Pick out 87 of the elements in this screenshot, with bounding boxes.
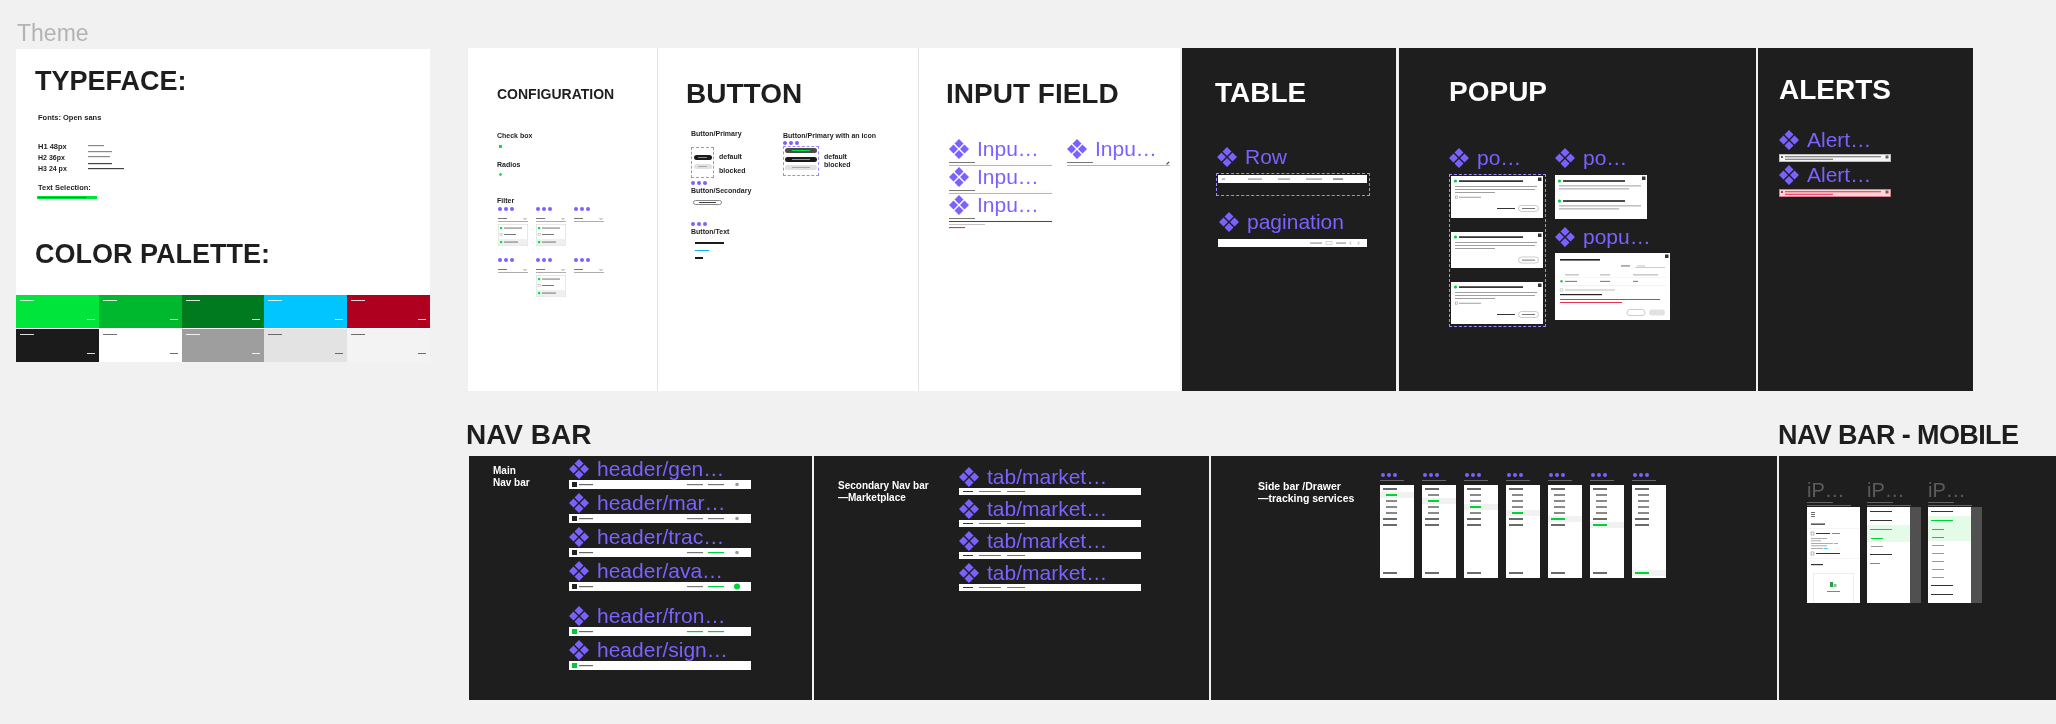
component-icon [1219, 211, 1239, 232]
component-icon [1449, 147, 1469, 168]
component-label: Inpu… [1095, 138, 1157, 159]
component-label: header/ava… [597, 560, 724, 581]
component-label: tab/market… [987, 530, 1108, 551]
component-label: po… [1583, 147, 1628, 168]
component-icon [569, 492, 589, 513]
pencil-icon [1166, 161, 1170, 165]
component-label: Alert… [1807, 164, 1872, 185]
component-label: tab/market… [987, 498, 1108, 519]
component-label: tab/market… [987, 466, 1108, 487]
three-dots-icon [1423, 473, 1439, 477]
component-icon [1217, 146, 1237, 167]
component-label: Inpu… [977, 194, 1039, 215]
three-dots-icon [1633, 473, 1649, 477]
three-dots-icon [574, 258, 590, 262]
section-title: ALERTS [1779, 75, 1891, 105]
three-dots-icon [536, 258, 552, 262]
component-icon [949, 166, 969, 187]
three-dots-icon [1465, 473, 1481, 477]
component-icon [1067, 138, 1087, 159]
type-sample-drawing [88, 144, 126, 170]
section-label: Main Nav bar [493, 465, 531, 489]
caption-text-drawing [1867, 501, 1913, 507]
three-dots-icon [783, 141, 799, 145]
component-label: header/mar… [597, 492, 726, 513]
component-label: popu… [1583, 226, 1651, 247]
component-icon [569, 458, 589, 479]
text-selection-sample-drawing [37, 196, 97, 199]
component-icon [949, 194, 969, 215]
component-icon [1555, 226, 1575, 247]
three-dots-icon [691, 222, 707, 226]
section-title: TABLE [1215, 78, 1307, 108]
component-icon [569, 526, 589, 547]
three-dots-icon [498, 207, 514, 211]
caption-text-drawing [1928, 501, 1974, 507]
section-title: INPUT FIELD [946, 79, 1119, 109]
button-mockup [785, 156, 817, 162]
frame-label: iP… [1928, 480, 1966, 500]
component-label: tab/market… [987, 562, 1108, 583]
caption-text-drawing [1807, 501, 1853, 507]
section-title: TYPEFACE: [35, 66, 187, 96]
three-dots-icon [1381, 473, 1397, 477]
three-dots-icon [498, 258, 514, 262]
button-mockup [785, 165, 817, 170]
button-mockup [693, 164, 712, 169]
button-mockup [693, 200, 722, 205]
section-label: Side bar /Drawer —tracking services [1258, 480, 1356, 504]
component-label: pagination [1247, 211, 1344, 232]
three-dots-icon [536, 207, 552, 211]
three-dots-icon [1507, 473, 1523, 477]
section-title: CONFIGURATION [497, 86, 615, 102]
component-icon [959, 530, 979, 551]
component-label: header/sign… [597, 639, 728, 660]
frame-label: iP… [1867, 480, 1905, 500]
frame-title: Theme [16, 19, 90, 48]
component-label: Row [1245, 146, 1287, 167]
component-label: header/fron… [597, 605, 726, 626]
frame-label: iP… [1807, 480, 1845, 500]
component-icon [1779, 129, 1799, 150]
three-dots-icon [691, 181, 707, 185]
section-title: POPUP [1449, 77, 1548, 107]
component-icon [1779, 164, 1799, 185]
component-icon [959, 562, 979, 583]
component-label: header/trac… [597, 526, 725, 547]
component-icon [949, 138, 969, 159]
component-icon [959, 498, 979, 519]
three-dots-icon [574, 207, 590, 211]
component-label: Inpu… [977, 138, 1039, 159]
section-title: COLOR PALETTE: [35, 239, 270, 269]
button-mockup [785, 148, 817, 153]
section-title: NAV BAR - MOBILE [1778, 420, 2019, 452]
component-icon [569, 605, 589, 626]
section-label: Secondary Nav bar —Marketplace [838, 480, 930, 504]
component-icon [1555, 147, 1575, 168]
component-icon [569, 560, 589, 581]
three-dots-icon [1591, 473, 1607, 477]
button-mockup [693, 155, 712, 160]
component-label: header/gen… [597, 458, 725, 479]
section-title: BUTTON [686, 79, 803, 109]
component-icon [959, 466, 979, 487]
component-label: Alert… [1807, 129, 1872, 150]
component-label: po… [1477, 147, 1522, 168]
component-icon [569, 639, 589, 660]
component-label: Inpu… [977, 166, 1039, 187]
three-dots-icon [1549, 473, 1565, 477]
section-title: NAV BAR [466, 420, 592, 452]
